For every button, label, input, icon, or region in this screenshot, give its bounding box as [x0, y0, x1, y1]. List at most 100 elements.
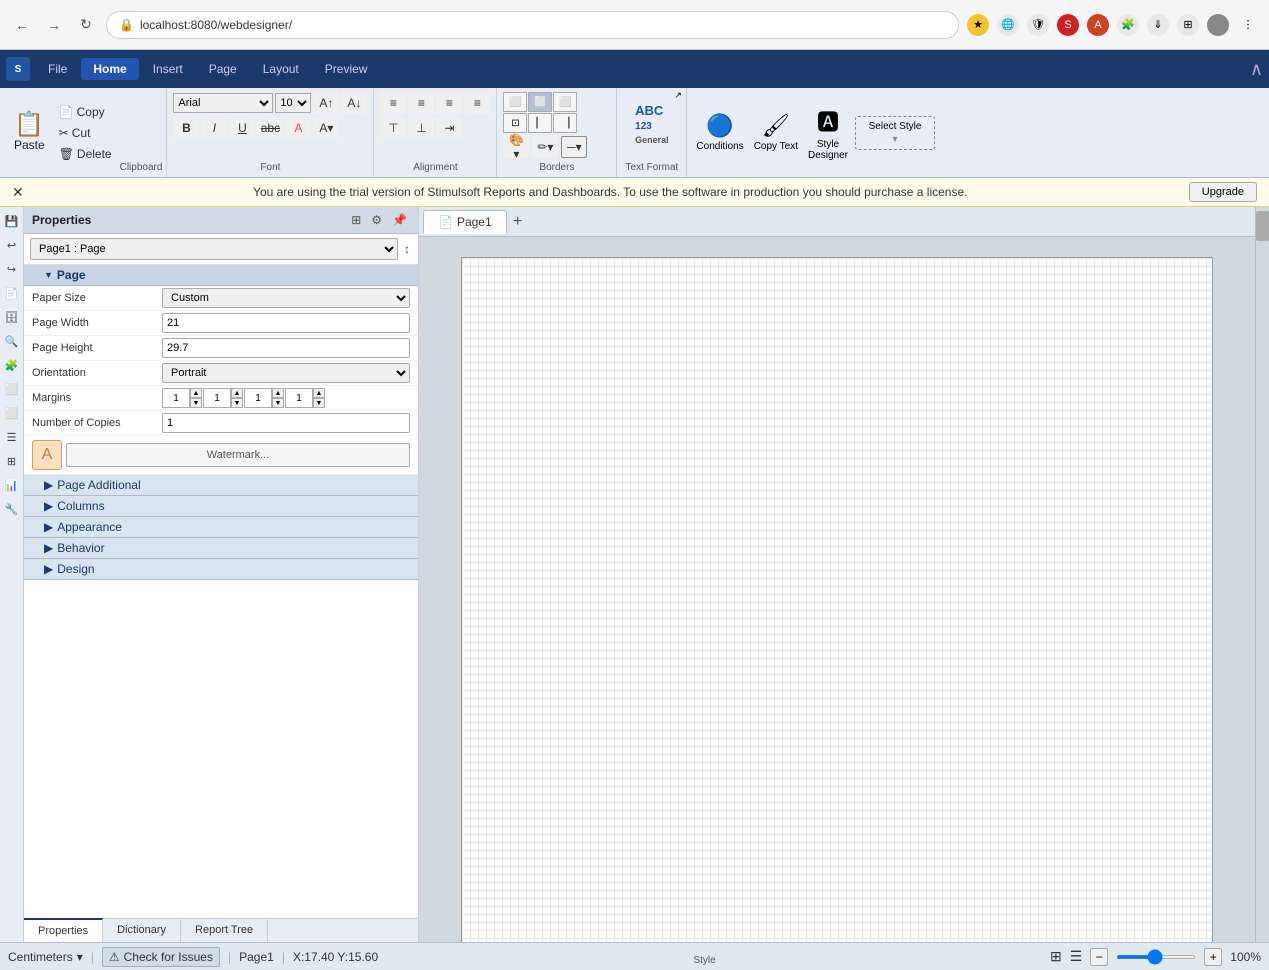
paper-size-select[interactable]: Custom — [162, 288, 410, 308]
tab-dictionary[interactable]: Dictionary — [103, 919, 181, 942]
tab-report-tree[interactable]: Report Tree — [181, 919, 268, 942]
sidebar-icon-zoom[interactable]: 🔍 — [2, 331, 22, 351]
text-format-button[interactable]: ABC123General — [623, 92, 680, 158]
page-height-input[interactable] — [162, 338, 410, 358]
fill-color-button[interactable]: 🎨▾ — [503, 136, 529, 158]
back-button[interactable]: ← — [10, 13, 34, 37]
border-right-button[interactable]: ▕ — [553, 113, 577, 133]
italic-button[interactable]: I — [201, 117, 227, 139]
delete-button[interactable]: 🗑 Delete — [55, 144, 116, 164]
ribbon-collapse-icon[interactable]: ∧ — [1250, 59, 1263, 80]
ext-icon3[interactable]: S — [1057, 14, 1079, 36]
margin-left-up[interactable]: ▲ — [190, 388, 202, 398]
sidebar-icon-data[interactable]: 🗄 — [2, 307, 22, 327]
font-size-select[interactable]: 10 — [275, 93, 311, 113]
margin-bottom-up[interactable]: ▲ — [313, 388, 325, 398]
paste-button[interactable]: 📋 Paste — [8, 111, 51, 154]
indent-button[interactable]: ⇥ — [436, 117, 462, 139]
copy-text-button[interactable]: 🖌 Copy Text — [751, 110, 801, 155]
sidebar-icon-box2[interactable]: ⬜ — [2, 403, 22, 423]
forward-button[interactable]: → — [42, 13, 66, 37]
refresh-button[interactable]: ↻ — [74, 13, 98, 37]
vertical-scrollbar-thumb[interactable] — [1256, 211, 1269, 241]
align-top-button[interactable]: ⊤ — [380, 117, 406, 139]
underline-button[interactable]: U — [229, 117, 255, 139]
bold-button[interactable]: B — [173, 117, 199, 139]
close-notification-icon[interactable]: ✕ — [12, 184, 24, 201]
sidebar-icon-redo[interactable]: ↪ — [2, 259, 22, 279]
canvas-tab-page1[interactable]: 📄 Page1 — [423, 210, 507, 234]
margin-bottom-down[interactable]: ▼ — [313, 398, 325, 408]
properties-settings-icon[interactable]: ⚙ — [368, 212, 385, 228]
section-page-header[interactable]: ▼ Page — [24, 265, 418, 286]
font-color-button[interactable]: A — [285, 117, 311, 139]
watermark-icon-preview[interactable]: A — [32, 440, 62, 470]
menu-insert[interactable]: Insert — [141, 58, 195, 80]
copies-input[interactable] — [162, 413, 410, 433]
sidebar-icon-chart[interactable]: 📊 — [2, 475, 22, 495]
border-none-button[interactable]: ⊡ — [503, 113, 527, 133]
border-all-button[interactable]: ⬜ — [503, 92, 527, 112]
download-icon[interactable]: ⇓ — [1147, 14, 1169, 36]
margin-top-down[interactable]: ▼ — [231, 398, 243, 408]
watermark-button[interactable]: Watermark... — [66, 443, 410, 467]
align-center-button[interactable]: ≡ — [408, 92, 434, 114]
menu-file[interactable]: File — [36, 58, 79, 80]
font-size-up-button[interactable]: A↑ — [313, 92, 339, 114]
menu-page[interactable]: Page — [197, 58, 249, 80]
border-outer-button[interactable]: ⬜ — [528, 92, 552, 112]
copy-button[interactable]: 📄 Copy — [55, 102, 116, 122]
margin-right-down[interactable]: ▼ — [272, 398, 284, 408]
margin-bottom-input[interactable] — [285, 388, 313, 408]
properties-object-select[interactable]: Page1 : Page — [30, 238, 398, 260]
sidebar-icon-tools[interactable]: 🔧 — [2, 499, 22, 519]
ext-icon4[interactable]: A — [1087, 14, 1109, 36]
section-appearance-header[interactable]: ▶ Appearance — [24, 517, 418, 538]
align-justify-button[interactable]: ≡ — [464, 92, 490, 114]
zoom-slider[interactable] — [1116, 955, 1196, 959]
add-page-button[interactable]: + — [507, 211, 529, 233]
margin-top-input[interactable] — [203, 388, 231, 408]
margin-left-input[interactable] — [162, 388, 190, 408]
zoom-out-button[interactable]: − — [1090, 948, 1108, 966]
border-style-button[interactable]: ─▾ — [561, 136, 587, 158]
properties-pin-icon[interactable]: 📌 — [389, 212, 410, 228]
check-issues-button[interactable]: ⚠ Check for Issues — [102, 947, 220, 967]
menu-home[interactable]: Home — [81, 58, 138, 80]
sidebar-icon-grid[interactable]: ⊞ — [2, 451, 22, 471]
section-columns-header[interactable]: ▶ Columns — [24, 496, 418, 517]
sidebar-icon-plug[interactable]: 🧩 — [2, 355, 22, 375]
font-size-down-button[interactable]: A↓ — [341, 92, 367, 114]
style-designer-button[interactable]: 🅰 StyleDesigner — [805, 102, 851, 164]
star-icon[interactable]: ★ — [967, 14, 989, 36]
orientation-select[interactable]: Portrait Landscape — [162, 363, 410, 383]
margin-top-up[interactable]: ▲ — [231, 388, 243, 398]
ext-icon5[interactable]: 🧩 — [1117, 14, 1139, 36]
sidebar-icon-list[interactable]: ☰ — [2, 427, 22, 447]
strikethrough-button[interactable]: abc — [257, 117, 283, 139]
status-icon2[interactable]: ☰ — [1070, 948, 1083, 965]
cut-button[interactable]: ✂ Cut — [55, 123, 116, 143]
units-dropdown-icon[interactable]: ▾ — [77, 950, 83, 964]
textformat-expand-icon[interactable]: ↗ — [674, 90, 684, 100]
sidebar-icon-undo[interactable]: ↩ — [2, 235, 22, 255]
margin-left-down[interactable]: ▼ — [190, 398, 202, 408]
canvas-viewport[interactable]: Trial — [419, 237, 1255, 942]
upgrade-button[interactable]: Upgrade — [1189, 182, 1257, 202]
tab-properties[interactable]: Properties — [24, 918, 103, 942]
highlight-button[interactable]: A▾ — [313, 117, 339, 139]
zoom-in-button[interactable]: + — [1204, 948, 1222, 966]
align-right-button[interactable]: ≡ — [436, 92, 462, 114]
section-behavior-header[interactable]: ▶ Behavior — [24, 538, 418, 559]
font-family-select[interactable]: Arial — [173, 93, 273, 113]
sidebar-icon-pages[interactable]: 📄 — [2, 283, 22, 303]
conditions-button[interactable]: 🔵 Conditions — [693, 110, 746, 155]
ext-icon6[interactable]: ⊞ — [1177, 14, 1199, 36]
sidebar-icon-save[interactable]: 💾 — [2, 211, 22, 231]
margin-right-input[interactable] — [244, 388, 272, 408]
url-bar[interactable]: 🔒 localhost:8080/webdesigner/ — [106, 11, 959, 39]
margin-right-up[interactable]: ▲ — [272, 388, 284, 398]
menu-dots-icon[interactable]: ⋮ — [1237, 14, 1259, 36]
menu-preview[interactable]: Preview — [313, 58, 380, 80]
section-page-additional-header[interactable]: ▶ Page Additional — [24, 475, 418, 496]
